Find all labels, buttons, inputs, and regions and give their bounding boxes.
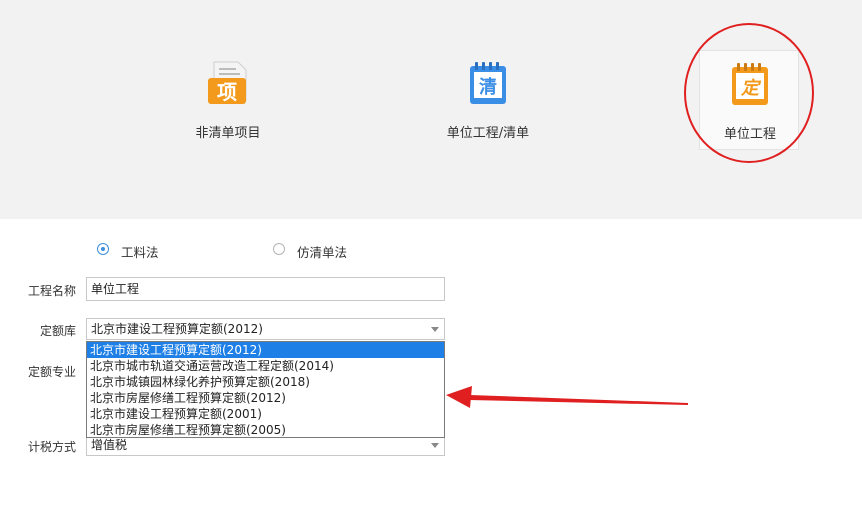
tile-non-bill-project[interactable]: 项 非清单项目 [178, 50, 278, 150]
tile-unit-project[interactable]: 定 单位工程 [699, 50, 799, 150]
chevron-down-icon [431, 327, 439, 332]
tile-badge: 定 [740, 78, 762, 99]
dropdown-option[interactable]: 北京市房屋修缮工程预算定额(2005) [87, 422, 444, 438]
dropdown-option[interactable]: 北京市城市轨道交通运营改造工程定额(2014) [87, 358, 444, 374]
project-name-input[interactable]: 单位工程 [86, 277, 445, 301]
tile-badge: 清 [479, 77, 497, 98]
quota-lib-select[interactable]: 北京市建设工程预算定额(2012) [86, 318, 445, 340]
tile-label: 单位工程 [723, 127, 776, 142]
quota-lib-dropdown[interactable]: 北京市建设工程预算定额(2012) 北京市城市轨道交通运营改造工程定额(2014… [86, 341, 445, 438]
bill-notebook-icon: 清 [470, 62, 506, 104]
tile-label: 非清单项目 [195, 126, 261, 141]
quota-lib-label: 定额库 [40, 324, 77, 338]
dropdown-option[interactable]: 北京市城镇园林绿化养护预算定额(2018) [87, 374, 444, 390]
quota-lib-value: 北京市建设工程预算定额(2012) [91, 322, 263, 336]
annotation-arrow-icon [446, 386, 688, 408]
tax-method-label: 计税方式 [28, 440, 77, 454]
project-name-label: 工程名称 [28, 284, 77, 298]
quota-notebook-icon: 定 [732, 63, 768, 105]
tax-method-value: 增值税 [91, 438, 128, 452]
radio-unchecked-icon [273, 243, 285, 255]
dropdown-option[interactable]: 北京市房屋修缮工程预算定额(2012) [87, 390, 444, 406]
tile-label: 单位工程/清单 [446, 126, 530, 141]
dropdown-option[interactable]: 北京市建设工程预算定额(2001) [87, 406, 444, 422]
radio-label: 仿清单法 [297, 245, 348, 260]
dropdown-option[interactable]: 北京市建设工程预算定额(2012) [87, 342, 444, 358]
tile-unit-project-bill[interactable]: 清 单位工程/清单 [438, 50, 538, 150]
quota-specialty-label: 定额专业 [28, 365, 77, 379]
document-item-icon: 项 [208, 61, 247, 104]
radio-label: 工料法 [121, 245, 159, 260]
tile-badge: 项 [217, 80, 237, 104]
chevron-down-icon [431, 443, 439, 448]
radio-checked-icon [97, 243, 109, 255]
